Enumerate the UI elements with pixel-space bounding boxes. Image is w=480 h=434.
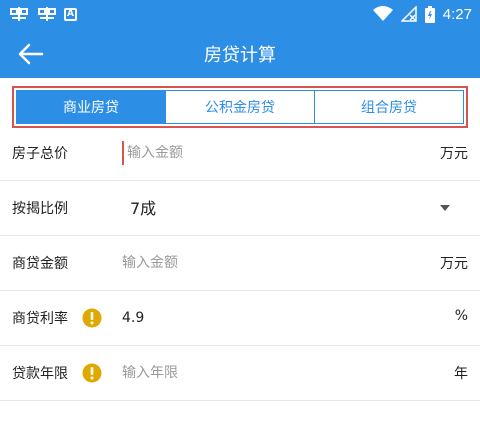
- clock: 4:27: [442, 5, 472, 23]
- loan-amount-unit: 万元: [440, 256, 468, 272]
- total-price-row: 房子总价 万元: [0, 126, 480, 181]
- loan-term-unit: 年: [454, 366, 468, 382]
- total-price-unit: 万元: [440, 146, 468, 162]
- interest-rate-input[interactable]: [122, 306, 422, 330]
- loan-amount-input[interactable]: [122, 251, 422, 275]
- status-notifications: A: [8, 4, 77, 24]
- status-system: 4:27: [372, 4, 472, 24]
- down-payment-ratio-row[interactable]: 按揭比例 7成: [0, 181, 480, 236]
- no-signal-icon: [400, 6, 417, 22]
- app-bar: 房贷计算: [0, 28, 480, 78]
- loan-amount-row: 商贷金额 万元: [0, 236, 480, 291]
- status-bar: A 4:27: [0, 0, 480, 28]
- loan-type-tabs: 商业房贷 公积金房贷 组合房贷: [16, 90, 464, 124]
- wifi-icon: [372, 6, 393, 21]
- total-price-label: 房子总价: [12, 146, 68, 162]
- loan-type-tabs-highlight: 商业房贷 公积金房贷 组合房贷: [12, 86, 468, 128]
- loan-form: 房子总价 万元 按揭比例 7成 商贷金额 万元 商贷利率 % 贷款年限 年: [0, 126, 480, 401]
- warning-icon[interactable]: [82, 308, 102, 328]
- interest-rate-label: 商贷利率: [12, 311, 68, 327]
- loan-term-input[interactable]: [122, 361, 422, 385]
- bug-icon: [38, 7, 56, 21]
- interest-rate-row: 商贷利率 %: [0, 291, 480, 346]
- tab-provident-fund-loan[interactable]: 公积金房贷: [165, 91, 314, 123]
- loan-amount-label: 商贷金额: [12, 256, 68, 272]
- loan-term-row: 贷款年限 年: [0, 346, 480, 401]
- dropdown-arrow-icon[interactable]: [440, 205, 450, 211]
- interest-rate-unit: %: [454, 308, 468, 324]
- battery-icon: [424, 5, 435, 23]
- loan-term-label: 贷款年限: [12, 366, 68, 382]
- down-payment-ratio-label: 按揭比例: [12, 201, 68, 217]
- bug-icon: [10, 7, 28, 21]
- page-title: 房贷计算: [204, 45, 276, 66]
- total-price-input[interactable]: [122, 141, 422, 165]
- warning-icon[interactable]: [82, 363, 102, 383]
- tab-commercial-loan[interactable]: 商业房贷: [17, 91, 165, 123]
- a-notification-icon: A: [64, 7, 77, 21]
- tab-combined-loan[interactable]: 组合房贷: [314, 91, 463, 123]
- down-payment-ratio-select[interactable]: 7成: [130, 195, 156, 219]
